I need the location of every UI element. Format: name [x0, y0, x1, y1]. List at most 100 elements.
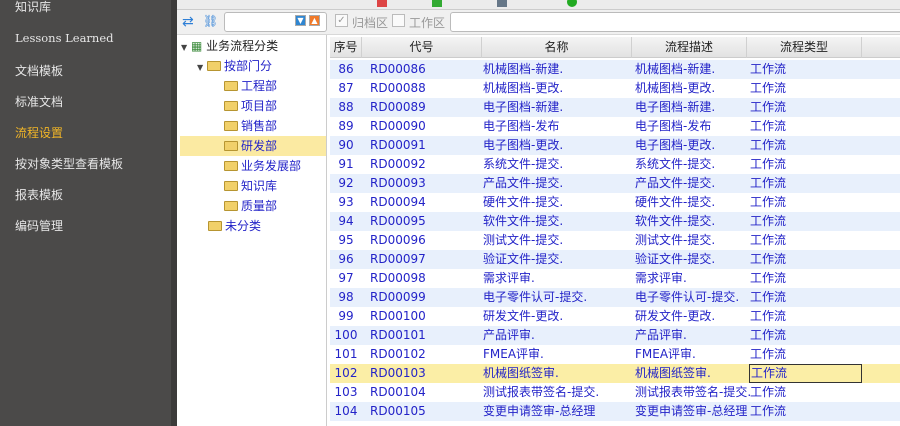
table-row[interactable]: 95 RD00096 测试文件-提交. 测试文件-提交. 工作流 — [330, 231, 900, 250]
column-header-code[interactable]: 代号 — [362, 37, 482, 58]
sidebar-item-report-templates[interactable]: 报表模板 — [15, 186, 63, 203]
archive-checkbox[interactable]: ✓ — [335, 14, 348, 27]
tree-node-department[interactable]: 质量部 — [224, 197, 277, 215]
tree-node-department[interactable]: 工程部 — [224, 77, 277, 95]
cell-type: 工作流 — [750, 290, 787, 304]
tree-node-department[interactable]: 业务发展部 — [224, 157, 301, 175]
table-row[interactable]: 88 RD00089 电子图档-新建. 电子图档-新建. 工作流 — [330, 98, 900, 117]
cell-description: FMEA评审. — [635, 347, 696, 361]
table-row[interactable]: 102 RD00103 机械图纸签审. 机械图纸签审. 工作流 — [330, 364, 900, 383]
table-row[interactable]: 86 RD00086 机械图档-新建. 机械图档-新建. 工作流 — [330, 60, 900, 79]
cell-name: 电子图档-更改. — [483, 138, 564, 152]
table-row[interactable]: 89 RD00090 电子图档-发布 电子图档-发布 工作流 — [330, 117, 900, 136]
tree-node-department[interactable]: 知识库 — [224, 177, 277, 195]
cell-description: 硬件文件-提交. — [635, 195, 716, 209]
folder-icon — [224, 201, 238, 211]
cell-index: 89 — [338, 119, 354, 133]
table-row[interactable]: 94 RD00095 软件文件-提交. 软件文件-提交. 工作流 — [330, 212, 900, 231]
tree-node-by-department[interactable]: ▼ 按部门分 — [197, 57, 272, 75]
cell-index: 91 — [338, 157, 354, 171]
cell-type: 工作流 — [750, 309, 787, 323]
work-area-checkbox[interactable] — [392, 14, 405, 27]
table-row[interactable]: 91 RD00092 系统文件-提交. 系统文件-提交. 工作流 — [330, 155, 900, 174]
folder-icon — [207, 61, 221, 71]
tree-node-department[interactable]: 销售部 — [224, 117, 277, 135]
cell-type: 工作流 — [750, 328, 787, 342]
cell-type: 工作流 — [750, 195, 787, 209]
cell-index: 94 — [338, 214, 354, 228]
tree-node-department[interactable]: 项目部 — [224, 97, 277, 115]
cell-type: 工作流 — [750, 62, 787, 76]
cell-name: 软件文件-提交. — [483, 214, 564, 228]
cell-index: 88 — [338, 100, 354, 114]
table-row[interactable]: 98 RD00099 电子零件认可-提交. 电子零件认可-提交. 工作流 — [330, 288, 900, 307]
cell-type: 工作流 — [750, 271, 787, 285]
cell-description: 机械图档-新建. — [635, 62, 716, 76]
table-row[interactable]: 93 RD00094 硬件文件-提交. 硬件文件-提交. 工作流 — [330, 193, 900, 212]
cell-index: 99 — [338, 309, 354, 323]
cell-name: 机械图纸签审. — [483, 366, 559, 380]
table-row[interactable]: 96 RD00097 验证文件-提交. 验证文件-提交. 工作流 — [330, 250, 900, 269]
cell-name: 系统文件-提交. — [483, 157, 564, 171]
sidebar-item-templates-by-type[interactable]: 按对象类型查看模板 — [15, 155, 123, 172]
refresh-icon[interactable]: ⇄ — [182, 14, 194, 30]
cell-index: 90 — [338, 138, 354, 152]
column-header-index[interactable]: 序号 — [330, 37, 362, 58]
search-down-icon[interactable]: ▼ — [295, 15, 306, 26]
table-row[interactable]: 99 RD00100 研发文件-更改. 研发文件-更改. 工作流 — [330, 307, 900, 326]
cell-description: 需求评审. — [635, 271, 687, 285]
cell-description: 系统文件-提交. — [635, 157, 716, 171]
expand-icon[interactable]: ▼ — [181, 39, 191, 57]
cell-index: 101 — [334, 347, 358, 361]
toolbar-button-1[interactable] — [377, 0, 391, 8]
cell-description: 测试文件-提交. — [635, 233, 716, 247]
cell-code: RD00097 — [370, 252, 426, 266]
cell-type: 工作流 — [749, 364, 862, 383]
cell-type: 工作流 — [750, 119, 787, 133]
table-row[interactable]: 92 RD00093 产品文件-提交. 产品文件-提交. 工作流 — [330, 174, 900, 193]
toolbar-button-2[interactable] — [432, 0, 446, 8]
tree-node-department-selected[interactable]: 研发部 — [180, 136, 326, 156]
expand-icon[interactable]: ▼ — [197, 59, 207, 77]
cell-name: 测试报表带签名-提交. — [483, 385, 600, 399]
cell-description: 产品文件-提交. — [635, 176, 716, 190]
sidebar-item-lessons-learned[interactable]: Lessons Learned — [15, 31, 114, 45]
cell-name: 验证文件-提交. — [483, 252, 564, 266]
cell-description: 电子图档-更改. — [635, 138, 716, 152]
table-row[interactable]: 97 RD00098 需求评审. 需求评审. 工作流 — [330, 269, 900, 288]
cell-name: FMEA评审. — [483, 347, 544, 361]
folder-icon — [224, 141, 238, 151]
top-toolbar — [177, 0, 900, 10]
cell-type: 工作流 — [750, 233, 787, 247]
archive-label: 归档区 — [352, 16, 389, 30]
tree-node-uncategorized[interactable]: 未分类 — [208, 217, 261, 235]
grid-filter-input[interactable] — [450, 12, 900, 32]
folder-icon — [224, 101, 238, 111]
sidebar-item-doc-templates[interactable]: 文档模板 — [15, 62, 63, 79]
toolbar-button-4[interactable] — [567, 0, 581, 8]
tree-root[interactable]: ▼ ▦ 业务流程分类 — [181, 37, 278, 55]
table-row[interactable]: 87 RD00088 机械图档-更改. 机械图档-更改. 工作流 — [330, 79, 900, 98]
cell-name: 电子零件认可-提交. — [483, 290, 588, 304]
cell-index: 86 — [338, 62, 354, 76]
column-header-description[interactable]: 流程描述 — [632, 37, 747, 58]
sidebar-item-code-management[interactable]: 编码管理 — [15, 217, 63, 234]
cell-code: RD00094 — [370, 195, 426, 209]
table-row[interactable]: 100 RD00101 产品评审. 产品评审. 工作流 — [330, 326, 900, 345]
toolbar-button-3[interactable] — [497, 0, 511, 8]
table-row[interactable]: 104 RD00105 变更申请签审-总经理 变更申请签审-总经理 工作流 — [330, 402, 900, 421]
table-row[interactable]: 90 RD00091 电子图档-更改. 电子图档-更改. 工作流 — [330, 136, 900, 155]
column-header-name[interactable]: 名称 — [482, 37, 632, 58]
column-header-type[interactable]: 流程类型 — [747, 37, 862, 58]
cell-name: 产品文件-提交. — [483, 176, 564, 190]
sidebar-item-knowledge-base[interactable]: 知识库 — [15, 0, 51, 15]
cell-code: RD00098 — [370, 271, 426, 285]
search-up-icon[interactable]: ▲ — [309, 15, 320, 26]
sidebar-item-process-settings[interactable]: 流程设置 — [15, 124, 63, 141]
table-row[interactable]: 101 RD00102 FMEA评审. FMEA评审. 工作流 — [330, 345, 900, 364]
table-row[interactable]: 103 RD00104 测试报表带签名-提交. 测试报表带签名-提交. 工作流 — [330, 383, 900, 402]
cell-name: 硬件文件-提交. — [483, 195, 564, 209]
sidebar-item-standard-docs[interactable]: 标准文档 — [15, 93, 63, 110]
hierarchy-icon[interactable]: ⛓ — [203, 14, 218, 28]
cell-name: 机械图档-新建. — [483, 62, 564, 76]
